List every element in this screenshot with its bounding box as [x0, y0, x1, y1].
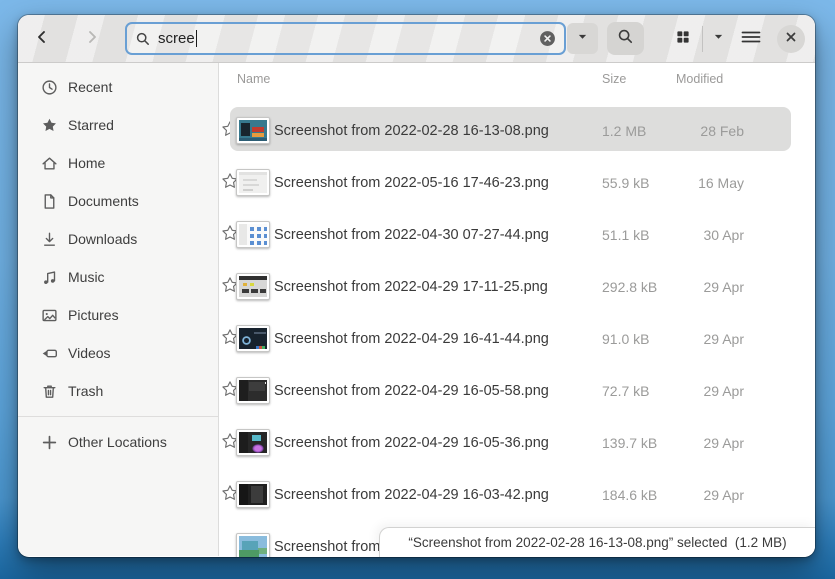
document-icon: [41, 193, 58, 210]
status-bar: “Screenshot from 2022-02-28 16-13-08.png…: [379, 527, 815, 557]
column-header-name[interactable]: Name: [237, 72, 270, 86]
file-thumbnail: [236, 117, 270, 144]
table-row[interactable]: Screenshot from 2022-04-29 16-03-42.png …: [219, 469, 815, 521]
window-body: Recent Starred Home Documents Downloads …: [18, 63, 815, 556]
download-icon: [41, 231, 58, 248]
sidebar-item-label: Trash: [68, 383, 103, 399]
sidebar-item-downloads[interactable]: Downloads: [18, 220, 218, 258]
sidebar-item-documents[interactable]: Documents: [18, 182, 218, 220]
file-thumbnail: [236, 429, 270, 456]
star-icon: [41, 117, 58, 134]
files-search-window: scree: [18, 15, 815, 557]
file-name: Screenshot from 2022-04-29 16-05-58.png: [274, 365, 549, 417]
table-row[interactable]: Screenshot from 2022-04-29 16-41-44.png …: [219, 313, 815, 365]
file-modified: 16 May: [674, 157, 744, 209]
file-thumbnail: [236, 325, 270, 352]
trash-icon: [41, 383, 58, 400]
grid-view-button[interactable]: [668, 27, 698, 51]
file-name: Screenshot from 2022-04-29 16-03-42.png: [274, 469, 549, 521]
sidebar-item-label: Downloads: [68, 231, 137, 247]
file-name: Screenshot from 2022-04-30 07-27-44.png: [274, 209, 549, 261]
sidebar-item-label: Videos: [68, 345, 111, 361]
picture-icon: [41, 307, 58, 324]
file-name: Screenshot from 2022-04-29 16-05-36.png: [274, 417, 549, 469]
video-camera-icon: [41, 345, 58, 362]
file-thumbnail: [236, 377, 270, 404]
file-modified: 29 Apr: [674, 365, 744, 417]
table-row[interactable]: Screenshot from 2022-04-29 16-05-58.png …: [219, 365, 815, 417]
chevron-left-icon: [34, 29, 50, 50]
hamburger-menu-button[interactable]: [738, 27, 764, 51]
file-modified: 29 Apr: [674, 313, 744, 365]
table-row[interactable]: Screenshot from 2022-04-29 16-05-36.png …: [219, 417, 815, 469]
sidebar-item-recent[interactable]: Recent: [18, 68, 218, 106]
music-note-icon: [41, 269, 58, 286]
column-header-size[interactable]: Size: [602, 72, 626, 86]
close-button[interactable]: [777, 25, 805, 53]
sidebar-item-other-locations[interactable]: Other Locations: [18, 423, 218, 461]
clock-icon: [41, 79, 58, 96]
file-modified: 30 Apr: [674, 209, 744, 261]
search-icon: [617, 28, 634, 50]
sidebar-item-home[interactable]: Home: [18, 144, 218, 182]
table-row[interactable]: Screenshot from 2022-02-28 16-13-08.png …: [219, 105, 815, 157]
search-toggle-button[interactable]: [607, 22, 644, 55]
file-list-pane: Name Size Modified Screenshot from 2022-…: [219, 63, 815, 556]
file-thumbnail: [236, 221, 270, 248]
file-modified: 29 Apr: [674, 469, 744, 521]
search-input[interactable]: scree: [125, 22, 566, 55]
file-thumbnail: [236, 481, 270, 508]
sidebar-item-label: Starred: [68, 117, 114, 133]
file-thumbnail: [236, 273, 270, 300]
toolbar-separator: [702, 26, 703, 52]
file-modified: 29 Apr: [674, 261, 744, 313]
sidebar-item-label: Home: [68, 155, 105, 171]
sidebar-item-videos[interactable]: Videos: [18, 334, 218, 372]
forward-button[interactable]: [80, 27, 104, 51]
table-row[interactable]: Screenshot from 2022-04-30 07-27-44.png …: [219, 209, 815, 261]
file-thumbnail: [236, 533, 270, 557]
sidebar-item-label: Other Locations: [68, 434, 167, 450]
chevron-right-icon: [84, 29, 100, 50]
home-icon: [41, 155, 58, 172]
sidebar: Recent Starred Home Documents Downloads …: [18, 63, 219, 556]
chevron-down-icon: [712, 30, 725, 48]
clear-icon[interactable]: [539, 30, 556, 47]
file-thumbnail: [236, 169, 270, 196]
sidebar-item-trash[interactable]: Trash: [18, 372, 218, 410]
sidebar-item-label: Pictures: [68, 307, 119, 323]
sidebar-item-label: Recent: [68, 79, 112, 95]
file-modified: 28 Feb: [674, 105, 744, 157]
file-name: Screenshot from: [274, 521, 380, 557]
close-icon: [784, 30, 798, 49]
search-options-dropdown-button[interactable]: [567, 23, 598, 54]
hamburger-menu-icon: [741, 29, 761, 50]
headerbar: scree: [18, 15, 815, 63]
table-row[interactable]: Screenshot from 2022-05-16 17-46-23.png …: [219, 157, 815, 209]
sidebar-item-music[interactable]: Music: [18, 258, 218, 296]
plus-icon: [41, 434, 58, 451]
sidebar-separator: [18, 416, 218, 417]
view-options-dropdown-button[interactable]: [705, 27, 731, 51]
sidebar-item-label: Music: [68, 269, 105, 285]
chevron-down-icon: [576, 30, 589, 48]
search-value: scree: [158, 30, 195, 47]
column-header-modified[interactable]: Modified: [676, 72, 723, 86]
file-name: Screenshot from 2022-02-28 16-13-08.png: [274, 105, 549, 157]
table-row[interactable]: Screenshot from 2022-04-29 17-11-25.png …: [219, 261, 815, 313]
file-name: Screenshot from 2022-04-29 16-41-44.png: [274, 313, 549, 365]
search-icon: [135, 31, 151, 47]
back-button[interactable]: [30, 27, 54, 51]
sidebar-item-pictures[interactable]: Pictures: [18, 296, 218, 334]
file-modified: 29 Apr: [674, 417, 744, 469]
file-name: Screenshot from 2022-05-16 17-46-23.png: [274, 157, 549, 209]
file-name: Screenshot from 2022-04-29 17-11-25.png: [274, 261, 548, 313]
text-caret: [196, 30, 198, 47]
grid-view-icon: [675, 29, 691, 50]
desktop-background: scree: [0, 0, 835, 579]
sidebar-item-label: Documents: [68, 193, 139, 209]
sidebar-item-starred[interactable]: Starred: [18, 106, 218, 144]
